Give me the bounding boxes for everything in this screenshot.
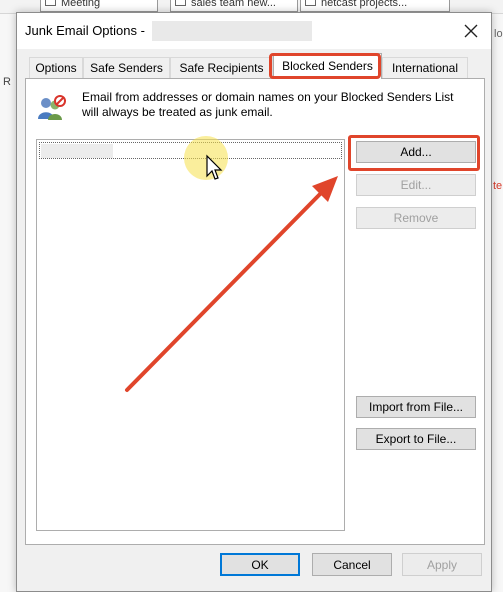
blocked-senders-panel: Email from addresses or domain names on … [25, 78, 485, 545]
envelope-icon [305, 0, 316, 6]
background-right-edge: lo te [491, 14, 503, 592]
tab-options[interactable]: Options [29, 57, 83, 79]
tab-safe-senders[interactable]: Safe Senders [83, 57, 170, 79]
remove-button[interactable]: Remove [356, 207, 476, 229]
dialog-tabs: Options Safe Senders Safe Recipients Blo… [25, 53, 485, 79]
tab-safe-recipients[interactable]: Safe Recipients [170, 57, 273, 79]
edit-button[interactable]: Edit... [356, 174, 476, 196]
blocked-senders-list[interactable] [36, 139, 345, 531]
dialog-title: Junk Email Options - [25, 23, 145, 38]
list-item[interactable] [39, 142, 342, 159]
dialog-titlebar: Junk Email Options - [17, 13, 491, 49]
apply-button[interactable]: Apply [402, 553, 482, 576]
background-sales-tab: sales team new... [170, 0, 298, 12]
import-from-file-button[interactable]: Import from File... [356, 396, 476, 418]
background-meeting-tab: Meeting [40, 0, 158, 12]
tab-blocked-senders[interactable]: Blocked Senders [273, 53, 382, 79]
background-tab-label: netcast projects... [321, 0, 408, 9]
close-button[interactable] [459, 19, 483, 43]
envelope-icon [45, 0, 56, 6]
tab-international[interactable]: International [382, 57, 468, 79]
envelope-icon [175, 0, 186, 6]
add-button[interactable]: Add... [356, 141, 476, 163]
background-left-letter: R [3, 76, 11, 88]
cancel-button[interactable]: Cancel [312, 553, 392, 576]
export-to-file-button[interactable]: Export to File... [356, 428, 476, 450]
background-right-red-letter: te [493, 180, 503, 192]
blocked-senders-description: Email from addresses or domain names on … [82, 90, 454, 119]
title-redacted-region [152, 21, 312, 41]
blocked-users-icon [38, 95, 66, 120]
background-netcast-tab: netcast projects... [300, 0, 450, 12]
background-right-letter: lo [494, 28, 503, 40]
close-icon [464, 24, 478, 38]
junk-email-options-dialog: Junk Email Options - Options Safe Sender… [16, 12, 492, 592]
background-tab-label: Meeting [61, 0, 101, 9]
background-tab-label: sales team new... [191, 0, 276, 9]
background-left-edge: R [0, 14, 16, 592]
ok-button[interactable]: OK [220, 553, 300, 576]
redacted-entry [41, 144, 113, 158]
